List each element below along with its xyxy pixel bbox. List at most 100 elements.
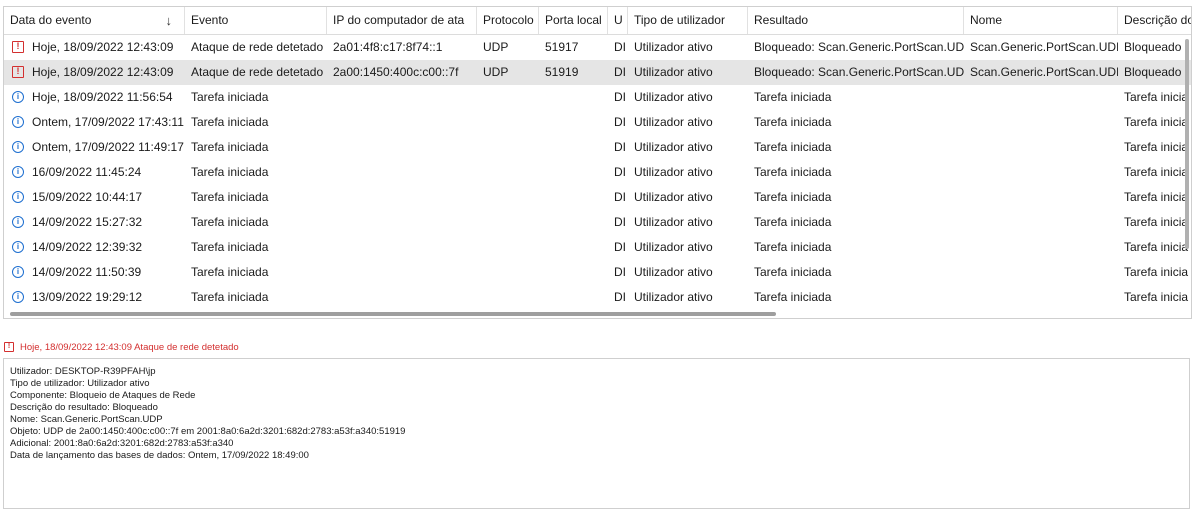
cell-ip [327,110,477,135]
cell-name [964,210,1118,235]
table-row[interactable]: i Ontem, 17/09/2022 11:49:17 Tarefa inicia… [4,135,1191,160]
cell-u: DI [614,165,626,179]
table-row[interactable]: i 16/09/2022 11:45:24 Tarefa iniciada DI Uti… [4,160,1191,185]
table-row[interactable]: ! Hoje, 18/09/2022 12:43:09 Ataque de rede… [4,35,1191,60]
cell-port [539,260,608,285]
cell-desc: Tarefa inicia [1124,190,1189,204]
cell-event: Tarefa iniciada [191,140,269,154]
vertical-scrollbar[interactable] [1185,39,1189,249]
column-header-ip[interactable]: IP do computador de ata [327,7,477,34]
cell-event: Ataque de rede detetado [191,40,324,54]
cell-port [539,135,608,160]
cell-u: DI [614,90,626,104]
cell-name [964,135,1118,160]
cell-date: ! Hoje, 18/09/2022 12:43:09 [4,35,185,60]
column-header-label: Evento [191,13,229,27]
table-row[interactable]: i Ontem, 17/09/2022 17:43:11 Tarefa inicia… [4,110,1191,135]
cell-ip [327,235,477,260]
sort-descending-icon[interactable]: ↓ [166,7,173,34]
cell-desc: Tarefa inicia [1124,215,1189,229]
cell-date-text: 14/09/2022 15:27:32 [32,215,143,229]
cell-result: Tarefa iniciada [754,165,832,179]
cell-name [964,160,1118,185]
cell-u: DI [614,190,626,204]
detail-line: Adicional: 2001:8a0:6a2d:3201:682d:2783:… [10,438,234,449]
info-icon: i [12,291,24,303]
cell-usertype: Utilizador ativo [634,115,713,129]
cell-u: DI [614,265,626,279]
cell-date: i 14/09/2022 12:39:32 [4,235,185,260]
detail-line: Componente: Bloqueio de Ataques de Rede [10,390,196,401]
cell-name [964,110,1118,135]
horizontal-scrollbar[interactable] [10,312,776,316]
detail-line: Nome: Scan.Generic.PortScan.UDP [10,414,163,425]
cell-port [539,235,608,260]
info-icon: i [12,91,24,103]
cell-date: i Hoje, 18/09/2022 11:56:54 [4,85,185,110]
column-header-date[interactable]: Data do evento ↓ [4,7,185,34]
cell-desc: Tarefa inicia [1124,165,1189,179]
cell-event: Tarefa iniciada [191,115,269,129]
column-header-label: Descrição do [1124,13,1192,27]
cell-ip [327,85,477,110]
cell-protocol [477,110,539,135]
info-icon: i [12,166,24,178]
column-header-u[interactable]: U [608,7,628,34]
cell-result: Tarefa iniciada [754,290,832,304]
cell-port [539,210,608,235]
cell-date-text: 14/09/2022 11:50:39 [32,265,142,279]
cell-date: i 13/09/2022 19:29:12 [4,285,185,310]
column-header-label: U [614,13,623,27]
column-header-port[interactable]: Porta local [539,7,608,34]
table-row[interactable]: i 14/09/2022 11:50:39 Tarefa iniciada DI Uti… [4,260,1191,285]
cell-result: Tarefa iniciada [754,90,832,104]
cell-event: Tarefa iniciada [191,265,269,279]
cell-result: Tarefa iniciada [754,265,832,279]
cell-result: Tarefa iniciada [754,140,832,154]
info-icon: i [12,241,24,253]
column-header-result[interactable]: Resultado [748,7,964,34]
cell-desc: Bloqueado [1124,40,1182,54]
table-row[interactable]: i 13/09/2022 19:29:12 Tarefa iniciada DI Uti… [4,285,1191,310]
cell-protocol: UDP [483,40,509,54]
cell-desc: Tarefa inicia [1124,240,1189,254]
cell-event: Ataque de rede detetado [191,65,324,79]
column-header-event[interactable]: Evento [185,7,327,34]
cell-desc: Tarefa inicia [1124,90,1189,104]
column-header-protocol[interactable]: Protocolo [477,7,539,34]
cell-ip [327,260,477,285]
cell-date: ! Hoje, 18/09/2022 12:43:09 [4,60,185,85]
table-row[interactable]: i 14/09/2022 12:39:32 Tarefa iniciada DI Uti… [4,235,1191,260]
detail-title: ! Hoje, 18/09/2022 12:43:09 Ataque de red… [4,341,239,355]
cell-event: Tarefa iniciada [191,90,269,104]
cell-port [539,85,608,110]
detail-line: Objeto: UDP de 2a00:1450:400c:c00::7f em… [10,426,406,437]
cell-port [539,185,608,210]
cell-protocol [477,185,539,210]
cell-ip [327,160,477,185]
column-header-usertype[interactable]: Tipo de utilizador [628,7,748,34]
cell-protocol [477,135,539,160]
table-row[interactable]: i 14/09/2022 15:27:32 Tarefa iniciada DI Uti… [4,210,1191,235]
cell-desc: Tarefa inicia [1124,140,1189,154]
table-row[interactable]: i 15/09/2022 10:44:17 Tarefa iniciada DI Uti… [4,185,1191,210]
cell-protocol [477,85,539,110]
cell-date: i 15/09/2022 10:44:17 [4,185,185,210]
cell-protocol: UDP [483,65,509,79]
alert-icon: ! [12,66,24,78]
table-row[interactable]: ! Hoje, 18/09/2022 12:43:09 Ataque de rede… [4,60,1191,85]
cell-event: Tarefa iniciada [191,165,269,179]
cell-name [964,260,1118,285]
cell-u: DI [614,215,626,229]
column-header-name[interactable]: Nome [964,7,1118,34]
cell-date: i Ontem, 17/09/2022 17:43:11 [4,110,185,135]
cell-date-text: Hoje, 18/09/2022 12:43:09 [32,65,174,79]
table-row[interactable]: i Hoje, 18/09/2022 11:56:54 Tarefa iniciad… [4,85,1191,110]
cell-date-text: Hoje, 18/09/2022 12:43:09 [32,40,174,54]
cell-desc: Tarefa inicia [1124,115,1189,129]
cell-date: i 16/09/2022 11:45:24 [4,160,185,185]
cell-ip [327,185,477,210]
detail-title-text: Hoje, 18/09/2022 12:43:09 Ataque de rede… [20,342,239,353]
cell-date-text: 13/09/2022 19:29:12 [32,290,143,304]
column-header-desc[interactable]: Descrição do [1118,7,1192,34]
